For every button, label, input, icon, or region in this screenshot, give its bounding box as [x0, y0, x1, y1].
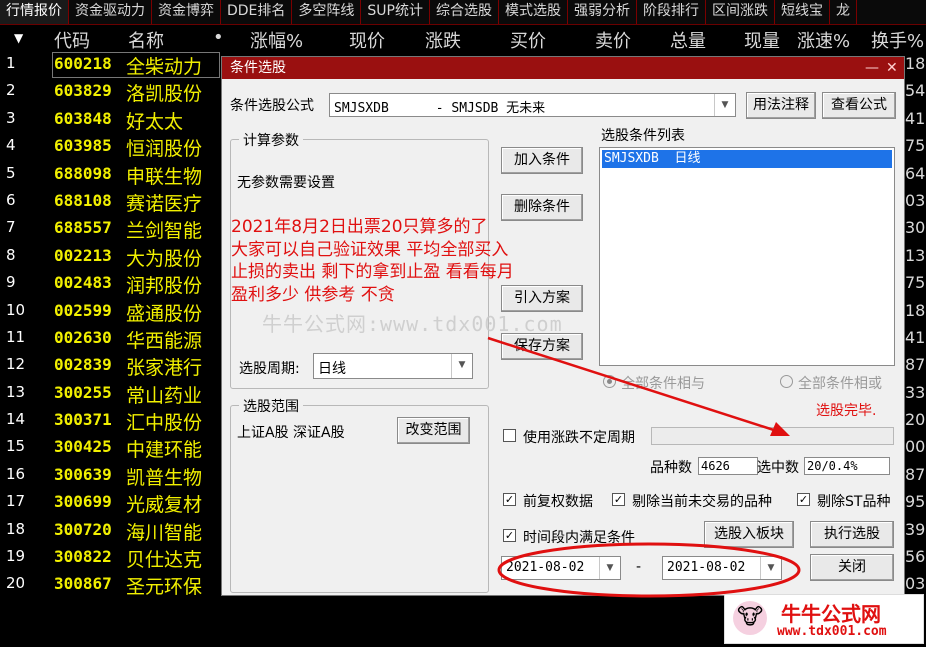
cow-icon: 🐮	[733, 601, 767, 635]
date-highlight-ellipse	[497, 542, 801, 598]
arrow-head-icon	[770, 422, 790, 436]
annotation-arrow	[487, 336, 781, 434]
site-logo: 🐮 牛牛公式网 www.tdx001.com	[724, 594, 924, 644]
annotation-overlay	[487, 336, 801, 598]
logo-url: www.tdx001.com	[777, 624, 887, 639]
logo-title: 牛牛公式网	[781, 602, 881, 626]
